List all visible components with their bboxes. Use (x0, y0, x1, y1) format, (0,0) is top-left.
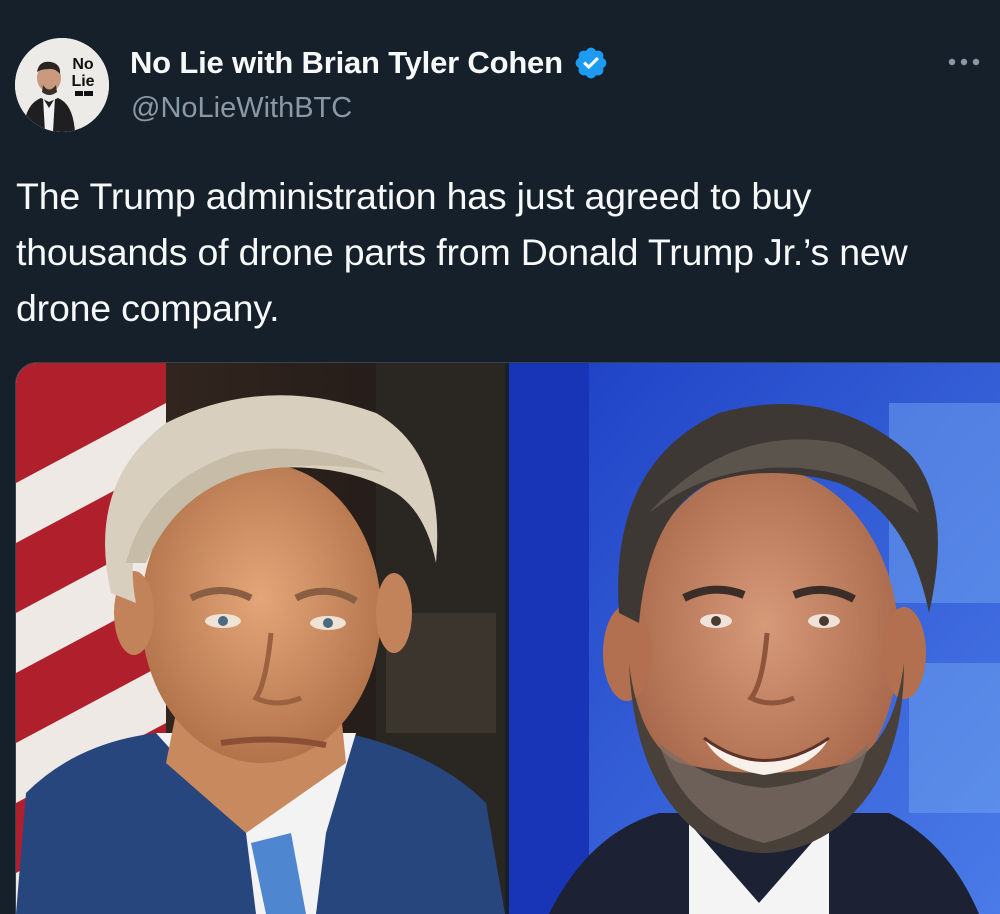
author-handle[interactable]: @NoLieWithBTC (131, 92, 352, 125)
tweet-text: The Trump administration has just agreed… (16, 175, 908, 329)
tweet[interactable]: No Lie No Lie with Brian Tyler Cohen @No… (0, 0, 1000, 914)
media-photo-1[interactable] (16, 363, 505, 914)
avatar-logo-text-2: Lie (71, 73, 94, 90)
media-photo-2[interactable] (509, 363, 1000, 914)
tweet-media[interactable] (15, 362, 1000, 914)
verified-badge-icon (573, 45, 609, 81)
avatar-logo-text-1: No (72, 56, 94, 73)
author-name-row[interactable]: No Lie with Brian Tyler Cohen (130, 42, 609, 84)
avatar[interactable]: No Lie (15, 38, 109, 132)
more-button[interactable] (942, 44, 986, 80)
more-horizontal-icon (948, 58, 980, 66)
display-name[interactable]: No Lie with Brian Tyler Cohen (130, 45, 563, 81)
